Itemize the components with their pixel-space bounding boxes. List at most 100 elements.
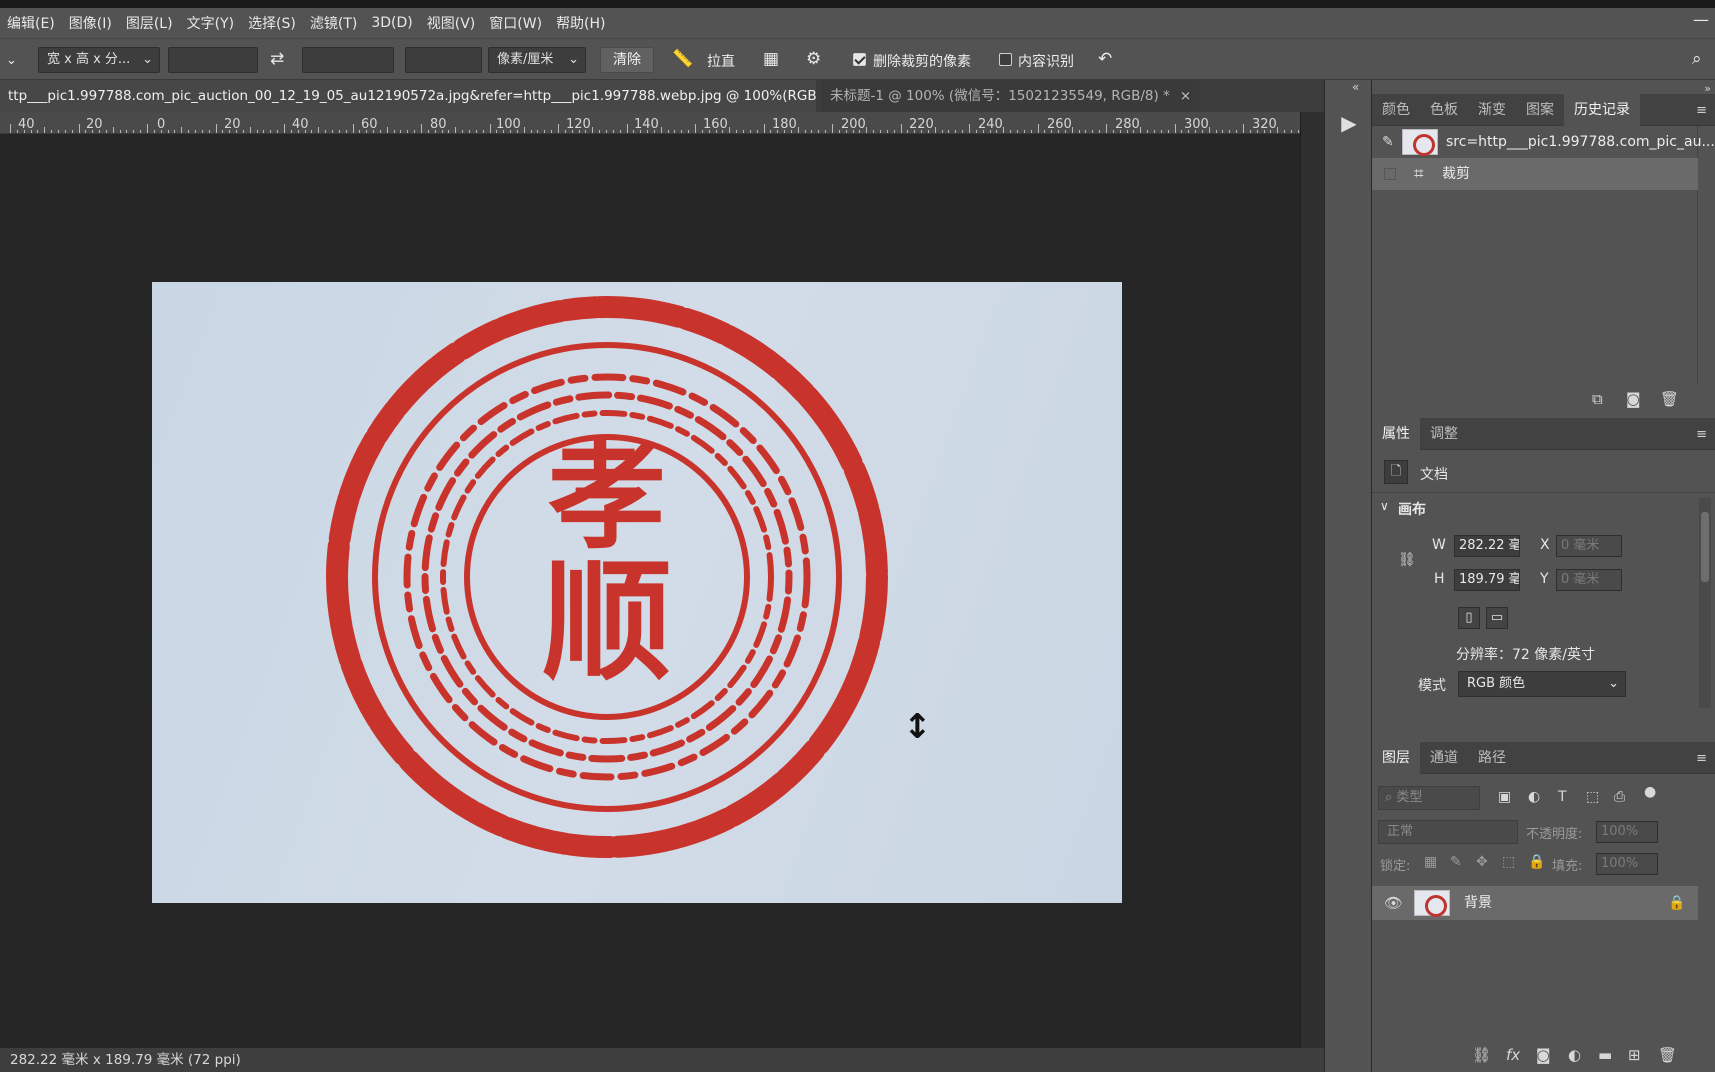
straighten-icon[interactable]: 📏 <box>672 50 693 68</box>
tab-color[interactable]: 颜色 <box>1372 94 1420 126</box>
mode-select[interactable]: RGB 颜色 ⌄ <box>1458 671 1626 697</box>
tab-pattern[interactable]: 图案 <box>1516 94 1564 126</box>
clear-button[interactable]: 清除 <box>600 47 654 73</box>
tab-history[interactable]: 历史记录 <box>1564 94 1640 126</box>
play-icon[interactable]: ▶ <box>1336 110 1362 136</box>
tab-properties[interactable]: 属性 <box>1372 418 1420 450</box>
swap-icon[interactable]: ⇄ <box>270 50 284 68</box>
properties-scrollbar[interactable] <box>1699 498 1711 708</box>
tab-document-2[interactable]: 未标题-1 @ 100% (微信号：15021235549, RGB/8) * × <box>822 80 1200 112</box>
panel-menu-icon[interactable]: ≡ <box>1696 427 1707 442</box>
tab-paths[interactable]: 路径 <box>1468 742 1516 774</box>
ruler-tick <box>1044 130 1046 133</box>
tab-gradient[interactable]: 渐变 <box>1468 94 1516 126</box>
tab-adjustments[interactable]: 调整 <box>1420 418 1468 450</box>
filter-toggle-icon[interactable]: ● <box>1644 784 1656 800</box>
menu-view[interactable]: 视图(V) <box>420 13 483 33</box>
unit-select[interactable]: 像素/厘米 ⌄ <box>488 47 586 73</box>
ruler-tick <box>784 130 786 133</box>
adjustment-filter-icon[interactable]: ◐ <box>1528 789 1540 805</box>
grid-overlay-icon[interactable]: ▦ <box>763 50 779 68</box>
tab-layers[interactable]: 图层 <box>1372 742 1420 774</box>
reset-icon[interactable]: ↶ <box>1098 50 1112 68</box>
type-filter-icon[interactable]: T <box>1558 789 1567 805</box>
chevron-down-icon[interactable]: ∨ <box>1380 499 1389 513</box>
ratio-select[interactable]: 宽 x 高 x 分... ⌄ <box>38 47 160 73</box>
content-aware-checkbox[interactable] <box>999 53 1012 66</box>
window-minimize-icon[interactable]: — <box>1693 10 1709 29</box>
opacity-input[interactable]: 100% <box>1596 821 1658 843</box>
menu-3d[interactable]: 3D(D) <box>364 15 419 31</box>
tab-swatches[interactable]: 色板 <box>1420 94 1468 126</box>
menu-filter[interactable]: 滤镜(T) <box>303 13 364 33</box>
layer-filter-select[interactable]: ⌕ 类型 <box>1378 786 1480 810</box>
height-input[interactable] <box>302 47 394 73</box>
delete-cropped-checkbox[interactable] <box>853 53 866 66</box>
trash-icon[interactable]: 🗑 <box>1660 390 1679 408</box>
history-source-box[interactable] <box>1384 168 1396 180</box>
resolution-input[interactable] <box>405 47 482 73</box>
canvas-y-input[interactable]: 0 毫米 <box>1556 569 1622 591</box>
close-icon[interactable]: × <box>1180 88 1191 104</box>
ruler-tick <box>503 130 505 133</box>
fx-icon[interactable]: fx <box>1506 1046 1520 1064</box>
canvas-width-input[interactable]: 282.22 毫 <box>1454 535 1520 557</box>
gear-icon[interactable]: ⚙ <box>806 50 821 68</box>
horizontal-ruler[interactable]: 40 20 0 20 40 60 80 100 120 140 160 180 … <box>0 112 1300 134</box>
history-item[interactable]: ⌗ 裁剪 <box>1372 158 1698 190</box>
menu-window[interactable]: 窗口(W) <box>482 13 549 33</box>
layer-row[interactable]: 👁 背景 🔒 <box>1372 886 1698 920</box>
panel-menu-icon[interactable]: ≡ <box>1696 751 1707 766</box>
history-snapshot[interactable]: ✎ src=http___pic1.997788.com_pic_au... <box>1372 126 1715 158</box>
folder-icon[interactable]: ▬ <box>1598 1046 1612 1064</box>
menu-type[interactable]: 文字(Y) <box>180 13 241 33</box>
mask-icon[interactable]: ◙ <box>1536 1046 1551 1064</box>
trash-icon[interactable]: 🗑 <box>1658 1046 1677 1064</box>
link-icon[interactable]: ⛓ <box>1398 552 1416 568</box>
menu-edit[interactable]: 编辑(E) <box>0 13 62 33</box>
lock-pixels-icon[interactable]: ✎ <box>1450 854 1462 870</box>
eye-icon[interactable]: 👁 <box>1384 886 1403 920</box>
shape-filter-icon[interactable]: ⬚ <box>1586 789 1599 805</box>
vertical-scrollbar[interactable] <box>1300 112 1324 1048</box>
new-layer-icon[interactable]: ⊞ <box>1628 1046 1641 1064</box>
ruler-tick <box>742 130 744 133</box>
canvas-x-input[interactable]: 0 毫米 <box>1556 535 1622 557</box>
document-image[interactable]: 孝 顺 <box>152 282 1122 903</box>
smart-object-filter-icon[interactable]: ⎙ <box>1614 789 1625 805</box>
ruler-tick <box>1188 130 1190 133</box>
ruler-tick <box>160 130 162 133</box>
image-filter-icon[interactable]: ▣ <box>1498 789 1511 805</box>
menu-select[interactable]: 选择(S) <box>241 13 303 33</box>
new-document-from-state-icon[interactable]: ⧉ <box>1592 390 1603 408</box>
scrollbar-thumb[interactable] <box>1701 512 1709 582</box>
tab-channels[interactable]: 通道 <box>1420 742 1468 774</box>
width-input[interactable] <box>168 47 258 73</box>
lock-position-icon[interactable]: ✥ <box>1476 854 1488 870</box>
landscape-orientation-icon[interactable]: ▭ <box>1486 607 1508 629</box>
straighten-label[interactable]: 拉直 <box>707 51 735 71</box>
collapse-left-icon[interactable]: « <box>1352 80 1359 94</box>
ruler-tick <box>277 130 279 133</box>
search-icon[interactable]: ⌕ <box>1692 50 1702 68</box>
y-label: Y <box>1540 571 1549 587</box>
adjustment-layer-icon[interactable]: ◐ <box>1568 1046 1581 1064</box>
camera-icon[interactable]: ◙ <box>1626 390 1641 408</box>
link-layers-icon[interactable]: ⛓ <box>1472 1046 1491 1064</box>
fill-input[interactable]: 100% <box>1596 853 1658 875</box>
menu-image[interactable]: 图像(I) <box>62 13 119 33</box>
blend-mode-select[interactable]: 正常 <box>1378 820 1518 844</box>
portrait-orientation-icon[interactable]: ▯ <box>1458 607 1480 629</box>
lock-transparent-icon[interactable]: ▦ <box>1424 854 1437 870</box>
canvas-height-input[interactable]: 189.79 毫 <box>1454 569 1520 591</box>
menu-help[interactable]: 帮助(H) <box>549 13 612 33</box>
chevron-down-icon[interactable]: ⌄ <box>6 52 17 70</box>
lock-artboard-icon[interactable]: ⬚ <box>1502 854 1515 870</box>
tab-document-1[interactable]: ttp___pic1.997788.com_pic_auction_00_12_… <box>0 80 816 112</box>
lock-icon[interactable]: 🔒 <box>1668 886 1685 920</box>
menu-layer[interactable]: 图层(L) <box>119 13 180 33</box>
brush-source-icon[interactable]: ✎ <box>1382 126 1394 158</box>
panel-menu-icon[interactable]: ≡ <box>1696 103 1707 118</box>
lock-all-icon[interactable]: 🔒 <box>1528 854 1545 870</box>
ruler-tick <box>585 130 587 133</box>
